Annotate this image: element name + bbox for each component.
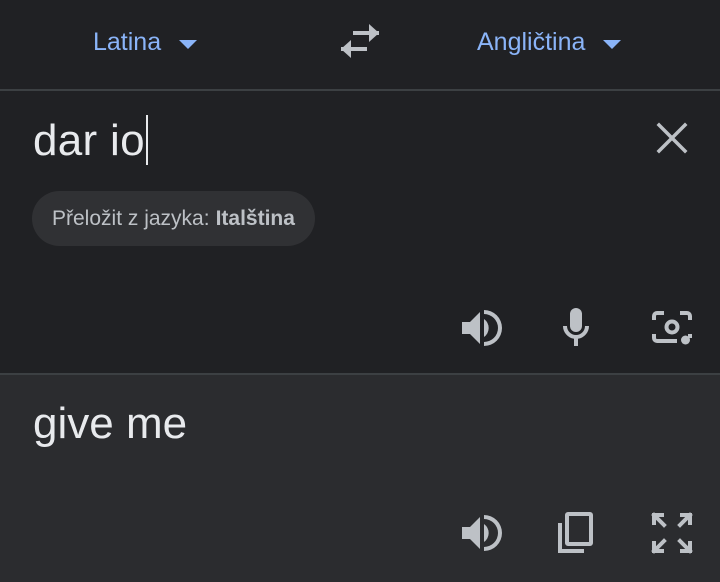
output-panel: give me [0,375,720,582]
fullscreen-icon[interactable] [648,509,696,557]
speaker-icon[interactable] [456,304,504,352]
caret-down-icon [603,39,622,49]
microphone-icon[interactable] [552,304,600,352]
swap-arrows-icon[interactable] [337,23,383,59]
source-language-label: Latina [93,27,162,56]
input-panel: dar io Přeložit z jazyka: Italština [0,91,720,373]
suggestion-language: Italština [215,206,295,230]
source-language-selector[interactable]: Latina [93,22,198,62]
target-language-label: Angličtina [477,27,586,56]
translation-text: give me [33,399,188,448]
source-text: dar io [33,116,145,165]
language-bar: Latina Angličtina [0,0,720,89]
copy-icon[interactable] [552,509,600,557]
speaker-icon[interactable] [456,509,504,557]
detected-language-suggestion[interactable]: Přeložit z jazyka: Italština [32,191,315,246]
source-text-input[interactable]: dar io [33,115,148,166]
camera-icon[interactable] [648,304,696,352]
suggestion-prefix: Přeložit z jazyka: [52,206,210,230]
caret-down-icon [179,39,198,49]
close-icon[interactable] [652,118,692,158]
text-cursor [145,115,148,165]
target-language-selector[interactable]: Angličtina [477,22,622,62]
